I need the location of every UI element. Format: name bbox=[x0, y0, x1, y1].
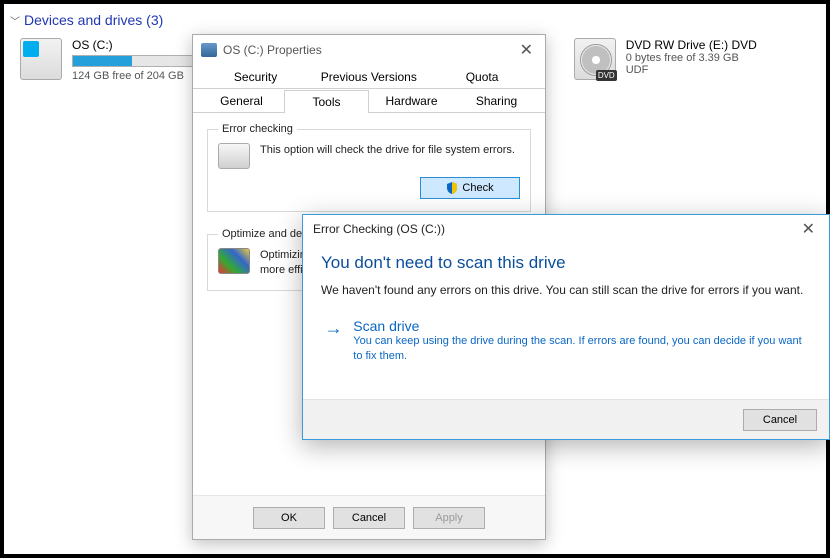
error-checking-heading: You don't need to scan this drive bbox=[321, 253, 811, 273]
tab-row-bottom: General Tools Hardware Sharing bbox=[193, 89, 545, 113]
scan-drive-option[interactable]: → Scan drive You can keep using the driv… bbox=[321, 311, 811, 371]
optimize-desc: Optimizin more effi bbox=[260, 248, 306, 278]
error-checking-title: Error Checking (OS (C:)) bbox=[313, 222, 445, 236]
error-checking-titlebar[interactable]: Error Checking (OS (C:)) ✕ bbox=[303, 215, 829, 243]
scan-drive-title: Scan drive bbox=[353, 318, 806, 334]
optimize-legend: Optimize and def bbox=[218, 228, 309, 240]
chevron-down-icon: ﹀ bbox=[10, 13, 20, 28]
tab-previous-versions[interactable]: Previous Versions bbox=[312, 65, 425, 88]
cancel-button[interactable]: Cancel bbox=[743, 409, 817, 431]
properties-title: OS (C:) Properties bbox=[223, 43, 322, 57]
check-button[interactable]: Check bbox=[420, 177, 520, 199]
close-icon[interactable]: ✕ bbox=[516, 40, 537, 60]
drive-title: DVD RW Drive (E:) DVD bbox=[626, 38, 757, 52]
ok-button[interactable]: OK bbox=[253, 507, 325, 529]
drive-free-text: 0 bytes free of 3.39 GB bbox=[626, 52, 757, 64]
drive-small-icon bbox=[201, 43, 217, 57]
drive-icon bbox=[20, 38, 62, 80]
tab-row-top: Security Previous Versions Quota bbox=[193, 65, 545, 89]
devices-section-header[interactable]: ﹀ Devices and drives (3) bbox=[10, 8, 820, 32]
check-button-label: Check bbox=[462, 182, 493, 194]
drive-dvd-e[interactable]: DVD RW Drive (E:) DVD 0 bytes free of 3.… bbox=[574, 38, 816, 82]
cancel-button[interactable]: Cancel bbox=[333, 507, 405, 529]
dvd-drive-icon bbox=[574, 38, 616, 80]
properties-titlebar[interactable]: OS (C:) Properties ✕ bbox=[193, 35, 545, 65]
drive-icon bbox=[218, 143, 250, 169]
tab-security[interactable]: Security bbox=[199, 65, 312, 88]
properties-footer: OK Cancel Apply bbox=[193, 495, 545, 539]
drive-fs-text: UDF bbox=[626, 64, 757, 76]
devices-section-title: Devices and drives (3) bbox=[24, 12, 163, 28]
apply-button[interactable]: Apply bbox=[413, 507, 485, 529]
error-checking-body: We haven't found any errors on this driv… bbox=[321, 283, 811, 297]
drive-usage-fill bbox=[73, 56, 132, 66]
tab-sharing[interactable]: Sharing bbox=[454, 89, 539, 112]
error-checking-legend: Error checking bbox=[218, 123, 297, 135]
optimize-icon bbox=[218, 248, 250, 274]
tab-hardware[interactable]: Hardware bbox=[369, 89, 454, 112]
error-checking-desc: This option will check the drive for fil… bbox=[260, 143, 515, 169]
error-checking-group: Error checking This option will check th… bbox=[207, 123, 531, 212]
tab-quota[interactable]: Quota bbox=[425, 65, 538, 88]
tab-tools[interactable]: Tools bbox=[284, 90, 369, 113]
scan-drive-sub: You can keep using the drive during the … bbox=[353, 334, 806, 364]
error-checking-footer: Cancel bbox=[303, 399, 829, 439]
error-checking-dialog: Error Checking (OS (C:)) ✕ You don't nee… bbox=[302, 214, 830, 440]
shield-icon bbox=[446, 182, 458, 194]
arrow-right-icon: → bbox=[324, 318, 343, 364]
close-icon[interactable]: ✕ bbox=[798, 219, 819, 239]
tab-general[interactable]: General bbox=[199, 89, 284, 112]
